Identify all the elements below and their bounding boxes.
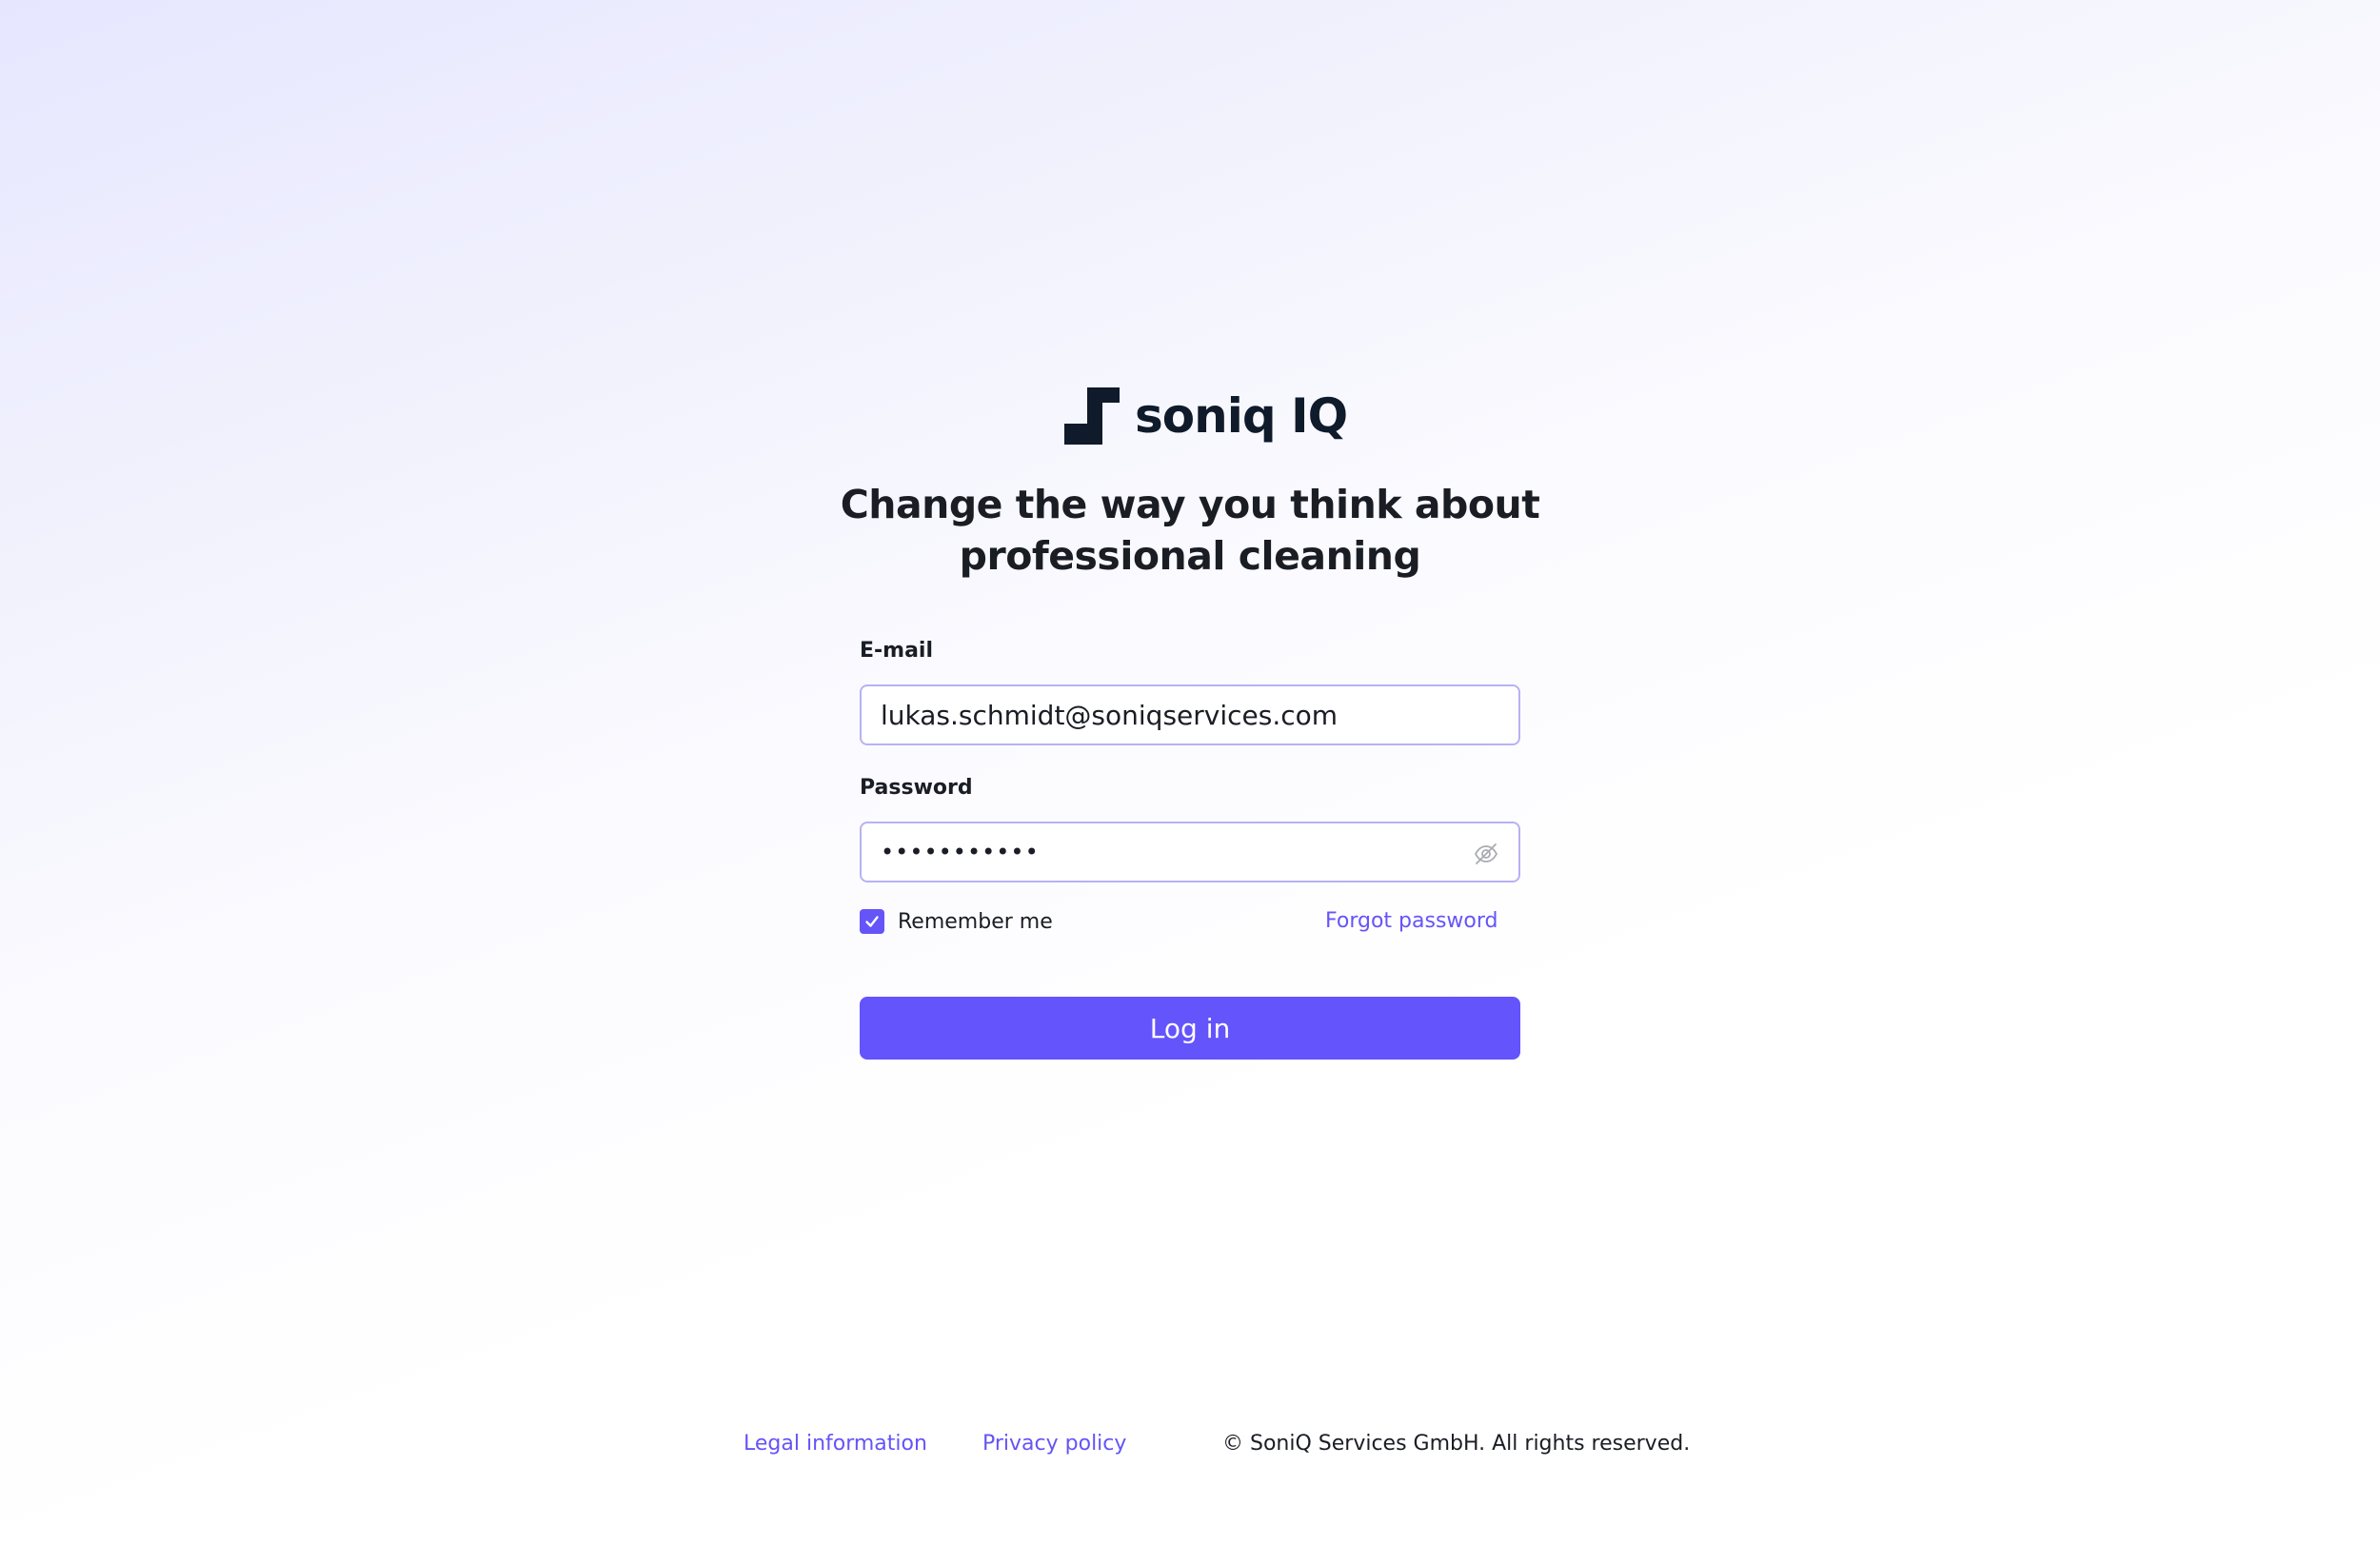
password-label: Password	[860, 776, 973, 800]
brand-name: soniq IQ	[1135, 388, 1348, 444]
brand-logo: soniq IQ	[1064, 387, 1348, 445]
headline-line-2: professional cleaning	[959, 533, 1421, 579]
remember-me-row[interactable]: Remember me	[860, 908, 1053, 935]
email-label: E-mail	[860, 639, 934, 663]
eye-off-icon[interactable]	[1473, 841, 1499, 867]
forgot-password-link[interactable]: Forgot password	[1325, 908, 1497, 935]
login-button[interactable]: Log in	[860, 997, 1520, 1060]
privacy-policy-link[interactable]: Privacy policy	[982, 1431, 1126, 1457]
legal-information-link[interactable]: Legal information	[744, 1431, 927, 1457]
remember-me-checkbox[interactable]	[860, 909, 884, 934]
page-headline: Change the way you think about professio…	[809, 479, 1571, 582]
copyright-text: © SoniQ Services GmbH. All rights reserv…	[1222, 1432, 1691, 1456]
email-value[interactable]: lukas.schmidt@soniqservices.com	[881, 700, 1338, 731]
password-value[interactable]: •••••••••••	[881, 839, 1040, 865]
soniq-logo-icon	[1064, 387, 1120, 445]
remember-me-label[interactable]: Remember me	[898, 910, 1053, 934]
headline-line-1: Change the way you think about	[840, 482, 1540, 527]
email-field[interactable]: lukas.schmidt@soniqservices.com	[860, 684, 1520, 745]
checkmark-icon	[865, 916, 879, 927]
login-page: soniq IQ Change the way you think about …	[0, 0, 2380, 1546]
password-field[interactable]: •••••••••••	[860, 822, 1520, 882]
